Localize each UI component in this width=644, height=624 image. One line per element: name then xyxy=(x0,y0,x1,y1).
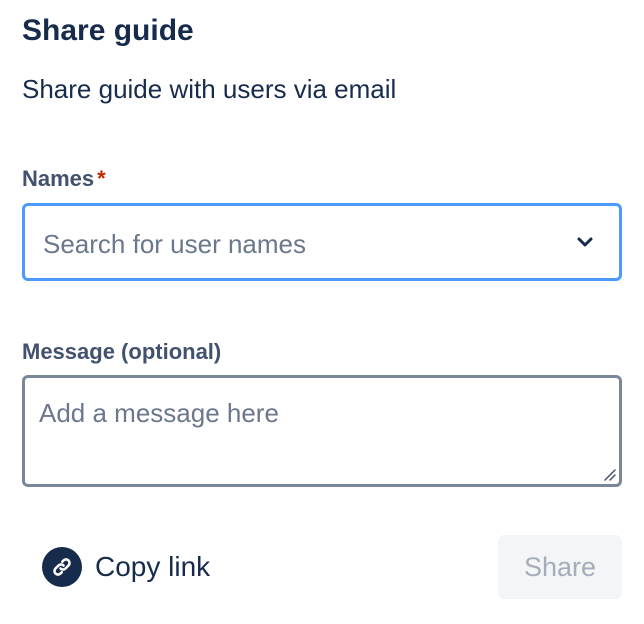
dialog-subtitle: Share guide with users via email xyxy=(22,74,397,104)
copy-link-button[interactable]: Copy link xyxy=(42,547,210,587)
message-label: Message (optional) xyxy=(22,339,222,364)
names-placeholder: Search for user names xyxy=(43,229,307,259)
share-button[interactable]: Share xyxy=(498,535,622,599)
names-label-text: Names xyxy=(22,166,95,191)
names-label: Names * xyxy=(22,166,106,192)
chevron-down-icon[interactable] xyxy=(577,236,593,248)
required-marker: * xyxy=(97,166,106,191)
message-textarea[interactable]: Add a message here xyxy=(22,375,622,487)
share-guide-dialog: Share guide Share guide with users via e… xyxy=(0,0,644,624)
copy-link-label: Copy link xyxy=(95,551,211,582)
dialog-title: Share guide xyxy=(22,14,194,47)
message-placeholder: Add a message here xyxy=(39,398,279,428)
names-select[interactable]: Search for user names xyxy=(22,203,622,281)
link-icon xyxy=(42,547,82,587)
resize-grip-icon[interactable] xyxy=(602,467,616,481)
